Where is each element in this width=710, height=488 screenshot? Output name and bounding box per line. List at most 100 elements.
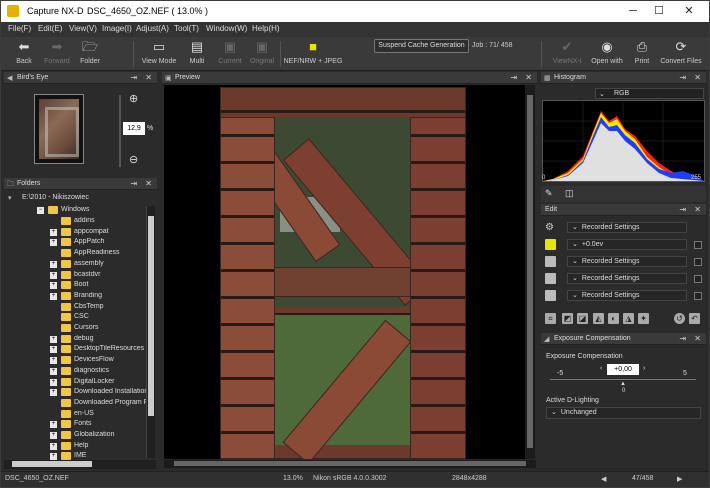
tree-folder-item[interactable]: + bcastdvr xyxy=(4,270,146,281)
tree-folder-item[interactable]: + AppPatch xyxy=(4,237,146,248)
tone-checkbox[interactable] xyxy=(694,292,702,300)
scrollbar-thumb[interactable] xyxy=(527,95,533,448)
picture-checkbox[interactable] xyxy=(694,275,702,283)
exposure-select[interactable]: ⌄ +0.0ev xyxy=(567,239,687,250)
channel-select[interactable]: ⌄ RGB xyxy=(595,88,704,99)
prev-image-icon[interactable]: ◀ xyxy=(601,475,606,483)
retouch-icon[interactable]: ✦ xyxy=(638,313,649,324)
white-balance-select[interactable]: ⌄ Recorded Settings xyxy=(567,256,687,267)
expand-icon[interactable]: + xyxy=(50,271,57,279)
current-button[interactable]: ▣ Current xyxy=(215,39,245,65)
open-with-button[interactable]: ◉ Open with xyxy=(589,39,625,65)
panel-controls[interactable]: ⇥ ✕ xyxy=(679,334,704,343)
menu-help[interactable]: Help(H) xyxy=(252,24,280,33)
suspend-cache-button[interactable]: Suspend Cache Generation xyxy=(374,39,469,53)
crop-icon[interactable]: ⌗ xyxy=(545,313,556,324)
view-mode-button[interactable]: ▭ View Mode xyxy=(139,39,179,65)
convert-files-button[interactable]: ⟳ Convert Files xyxy=(658,39,704,65)
info-tab-icon[interactable]: ◫ xyxy=(565,188,574,199)
scrollbar-thumb[interactable] xyxy=(174,461,526,466)
picture-control-select[interactable]: ⌄ Recorded Settings xyxy=(567,222,687,233)
panel-controls[interactable]: ⇥ ✕ xyxy=(130,73,155,82)
collapse-icon[interactable]: − xyxy=(37,207,44,214)
tree-folder-item[interactable]: CSC xyxy=(4,312,146,323)
slider-handle[interactable]: ▲ xyxy=(620,381,626,387)
tree-folder-item[interactable]: en-US xyxy=(4,409,146,420)
collapse-icon[interactable]: ◀ xyxy=(7,74,12,82)
menu-view[interactable]: View(V) xyxy=(69,24,97,33)
curves-icon[interactable]: ◮ xyxy=(623,313,634,324)
panel-controls[interactable]: ⇥ ✕ xyxy=(679,205,704,214)
expand-icon[interactable]: + xyxy=(50,260,57,268)
expand-icon[interactable]: + xyxy=(50,389,57,397)
expand-icon[interactable]: + xyxy=(50,357,57,365)
tree-folder-item[interactable]: CbsTemp xyxy=(4,302,146,313)
menu-file[interactable]: File(F) xyxy=(8,24,31,33)
edit-tab-icon[interactable]: ✎ xyxy=(545,188,553,199)
tree-folder-item[interactable]: + debug xyxy=(4,334,146,345)
expand-icon[interactable]: + xyxy=(50,346,57,354)
expand-icon[interactable]: + xyxy=(50,282,57,290)
original-button[interactable]: ▣ Original xyxy=(247,39,277,65)
zoom-in-icon[interactable]: ⊕ xyxy=(129,92,138,105)
panel-controls[interactable]: ⇥ ✕ xyxy=(130,179,155,188)
exposure-value-input[interactable]: +0,00 xyxy=(607,364,639,375)
forward-button[interactable]: ➡ Forward xyxy=(41,39,73,65)
folders-vertical-scrollbar[interactable] xyxy=(146,206,155,458)
tree-folder-item[interactable]: + appcompat xyxy=(4,227,146,238)
tree-folder-item[interactable]: + DigitalLocker xyxy=(4,377,146,388)
folder-button[interactable]: 🗁 Folder xyxy=(77,39,103,65)
tree-folder-item[interactable]: + diagnostics xyxy=(4,366,146,377)
panel-controls[interactable]: ⇥ ✕ xyxy=(679,73,704,82)
tree-folder-item[interactable]: + Branding xyxy=(4,291,146,302)
expand-icon[interactable]: + xyxy=(50,421,57,429)
exposure-slider[interactable] xyxy=(550,379,696,380)
menu-adjust[interactable]: Adjust(A) xyxy=(136,24,169,33)
close-button[interactable]: ✕ xyxy=(677,4,701,20)
tree-drive[interactable]: ▾ E:\2010 - Nikiszowiec xyxy=(4,193,144,204)
decrease-icon[interactable]: ‹ xyxy=(600,365,602,372)
maximize-button[interactable]: ☐ xyxy=(647,4,671,20)
tree-folder-item[interactable]: Downloaded Program Files xyxy=(4,398,146,409)
tone-select[interactable]: ⌄ Recorded Settings xyxy=(567,290,687,301)
undo-icon[interactable]: ↶ xyxy=(689,313,700,324)
color-icon[interactable]: ◐ xyxy=(608,313,619,324)
reset-icon[interactable]: ↺ xyxy=(674,313,685,324)
tree-folder-item[interactable]: addins xyxy=(4,216,146,227)
tree-folder-item[interactable]: + Help xyxy=(4,441,146,452)
lch-icon[interactable]: ◭ xyxy=(593,313,604,324)
preview-vertical-scrollbar[interactable] xyxy=(525,85,535,459)
scrollbar-thumb[interactable] xyxy=(12,461,92,467)
exposure-checkbox[interactable] xyxy=(694,241,702,249)
multi-button[interactable]: ▤ Multi xyxy=(183,39,211,65)
menu-edit[interactable]: Edit(E) xyxy=(38,24,62,33)
expand-icon[interactable]: + xyxy=(50,367,57,375)
print-button[interactable]: ⎙ Print xyxy=(629,39,655,65)
collapse-icon[interactable]: ◢ xyxy=(544,335,549,343)
tree-folder-item[interactable]: + Boot xyxy=(4,280,146,291)
expand-icon[interactable]: + xyxy=(50,239,57,247)
expand-icon[interactable]: + xyxy=(50,432,57,439)
format-filter-button[interactable]: ■ NEF/NRW + JPEG xyxy=(283,39,343,65)
expand-icon[interactable]: + xyxy=(50,292,57,300)
straighten-icon[interactable]: ◩ xyxy=(562,313,573,324)
levels-icon[interactable]: ◪ xyxy=(577,313,588,324)
tree-folder-item[interactable]: + DesktopTileResources xyxy=(4,344,146,355)
tree-folder-item[interactable]: AppReadiness xyxy=(4,248,146,259)
adl-select[interactable]: ⌄ Unchanged xyxy=(546,407,701,419)
tree-folder-windows[interactable]: − Windows xyxy=(4,205,144,216)
picture-select[interactable]: ⌄ Recorded Settings xyxy=(567,273,687,284)
tree-folder-item[interactable]: + DevicesFlow xyxy=(4,355,146,366)
zoom-input[interactable]: 12,9 xyxy=(123,122,145,135)
white-balance-checkbox[interactable] xyxy=(694,258,702,266)
viewnx-button[interactable]: ✔ ViewNX-i xyxy=(547,39,587,65)
tree-folder-item[interactable]: Cursors xyxy=(4,323,146,334)
zoom-slider[interactable] xyxy=(119,95,121,167)
tree-folder-item[interactable]: + Globalization xyxy=(4,430,146,441)
expand-icon[interactable]: + xyxy=(50,378,57,386)
tree-folder-item[interactable]: + assembly xyxy=(4,259,146,270)
increase-icon[interactable]: › xyxy=(643,365,645,372)
minimize-button[interactable]: ─ xyxy=(621,4,645,20)
back-button[interactable]: ⬅ Back xyxy=(9,39,39,65)
preview-horizontal-scrollbar[interactable] xyxy=(164,460,536,468)
